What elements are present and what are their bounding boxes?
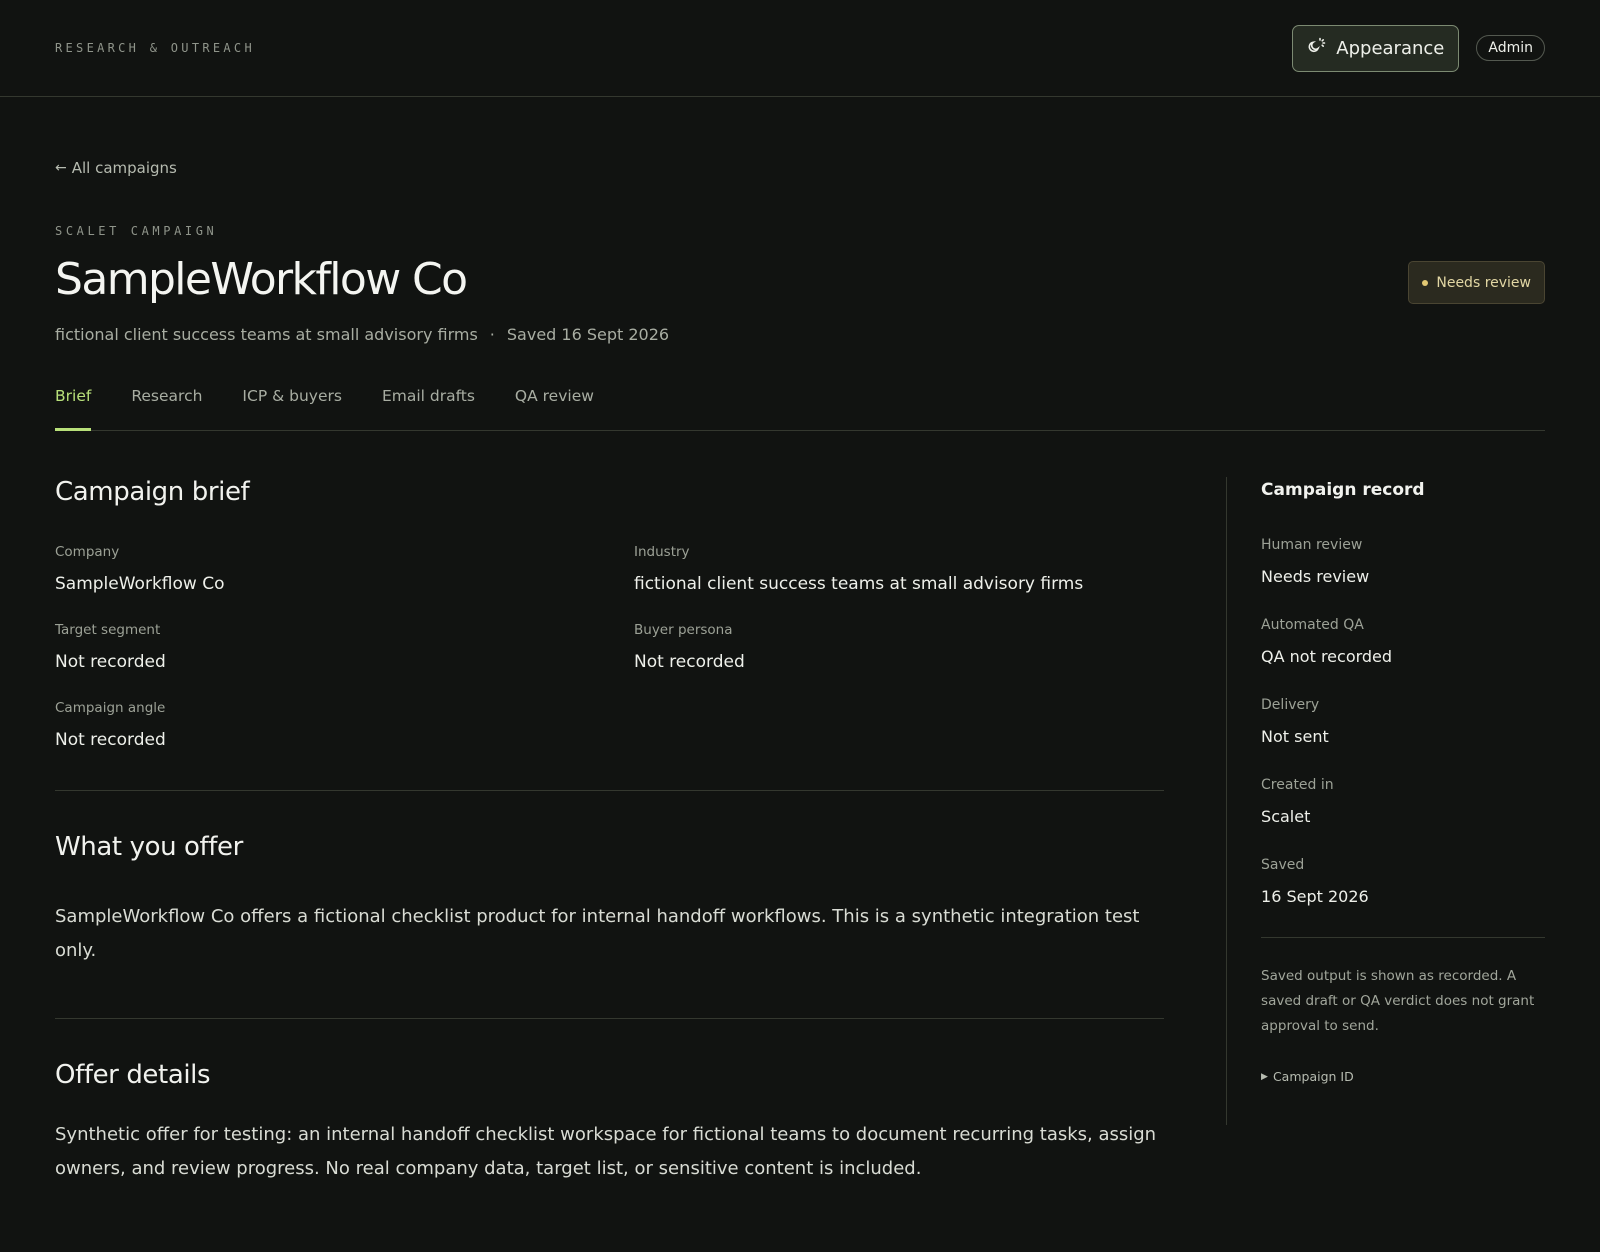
record-label: Saved [1261,857,1305,874]
field-label: Company [55,544,120,561]
triangle-right-icon: ▶ [1261,1071,1268,1082]
record-value: QA not recorded [1261,647,1393,667]
campaign-kicker: SCALET CAMPAIGN [55,224,218,238]
record-label: Automated QA [1261,617,1364,634]
app-eyebrow: RESEARCH & OUTREACH [55,41,255,55]
tab-research[interactable]: Research [131,375,202,430]
campaign-record-panel: Campaign record Human review Needs revie… [1226,477,1545,1126]
record-label: Created in [1261,777,1334,794]
record-created-in: Created in Scalet [1261,777,1545,826]
title-row: SampleWorkflow Co Needs review [55,254,1545,305]
subline-separator: · [489,325,495,345]
field-label: Buyer persona [634,622,733,639]
offer-details-title: Offer details [55,1060,211,1091]
tab-qa-review[interactable]: QA review [515,375,594,430]
page-title: SampleWorkflow Co [55,254,468,305]
brief-column: Campaign brief Company SampleWorkflow Co… [55,477,1165,1186]
appearance-button[interactable]: Appearance [1292,24,1460,72]
field-label: Industry [634,544,690,561]
record-automated-qa: Automated QA QA not recorded [1261,617,1545,666]
status-label: Needs review [1436,274,1531,291]
record-label: Human review [1261,537,1363,554]
record-human-review: Human review Needs review [1261,537,1545,586]
back-link-label: All campaigns [71,159,177,177]
section-divider [55,1018,1165,1020]
field-target-segment: Target segment Not recorded [55,622,634,672]
field-value: fictional client success teams at small … [634,574,1084,595]
field-value: Not recorded [55,652,166,673]
field-company: Company SampleWorkflow Co [55,544,634,594]
status-badge: Needs review [1408,261,1545,304]
section-divider [55,790,1165,792]
arrow-left-icon: ← [55,160,67,176]
field-buyer-persona: Buyer persona Not recorded [634,622,1164,672]
campaign-record-title: Campaign record [1261,480,1425,501]
tab-brief[interactable]: Brief [55,375,92,432]
offer-text: SampleWorkflow Co offers a fictional che… [55,906,1140,962]
campaign-page: ← All campaigns SCALET CAMPAIGN SampleWo… [0,97,1600,1186]
back-to-campaigns-link[interactable]: ← All campaigns [55,159,177,177]
field-campaign-angle: Campaign angle Not recorded [55,700,634,750]
record-delivery: Delivery Not sent [1261,697,1545,746]
campaign-industry: fictional client success teams at small … [55,325,478,345]
top-actions: Appearance Admin [1292,24,1545,72]
campaign-brief-title: Campaign brief [55,477,250,508]
tab-email-drafts[interactable]: Email drafts [382,375,475,430]
campaign-subline: fictional client success teams at small … [55,325,1545,344]
record-value: Needs review [1261,567,1370,587]
campaign-saved-date: Saved 16 Sept 2026 [506,325,670,345]
field-industry: Industry fictional client success teams … [634,544,1164,594]
record-note: Saved output is shown as recorded. A sav… [1261,968,1535,1035]
record-value: Scalet [1261,807,1311,827]
field-value: Not recorded [634,652,745,673]
record-label: Delivery [1261,697,1320,714]
brief-fields: Company SampleWorkflow Co Industry ficti… [55,544,1164,750]
status-dot-icon [1422,279,1429,286]
record-list: Human review Needs review Automated QA Q… [1261,537,1545,906]
record-value: Not sent [1261,727,1329,747]
admin-badge[interactable]: Admin [1476,35,1545,61]
offer-details-text: Synthetic offer for testing: an internal… [55,1124,1157,1180]
field-label: Target segment [55,622,161,639]
campaign-id-disclosure[interactable]: ▶ Campaign ID [1261,1069,1545,1084]
record-value: 16 Sept 2026 [1261,887,1369,907]
campaign-tabs: Brief Research ICP & buyers Email drafts… [55,375,1545,432]
record-divider [1261,937,1545,939]
campaign-id-label: Campaign ID [1272,1069,1354,1085]
offer-title: What you offer [55,832,243,863]
theme-icon [1307,36,1327,61]
field-value: SampleWorkflow Co [55,574,225,595]
field-label: Campaign angle [55,700,166,717]
field-value: Not recorded [55,730,166,751]
record-saved: Saved 16 Sept 2026 [1261,857,1545,906]
content-area: Campaign brief Company SampleWorkflow Co… [55,477,1545,1186]
top-bar: RESEARCH & OUTREACH Appearance Admin [0,0,1600,97]
tab-icp-buyers[interactable]: ICP & buyers [242,375,342,430]
appearance-label: Appearance [1336,37,1445,59]
